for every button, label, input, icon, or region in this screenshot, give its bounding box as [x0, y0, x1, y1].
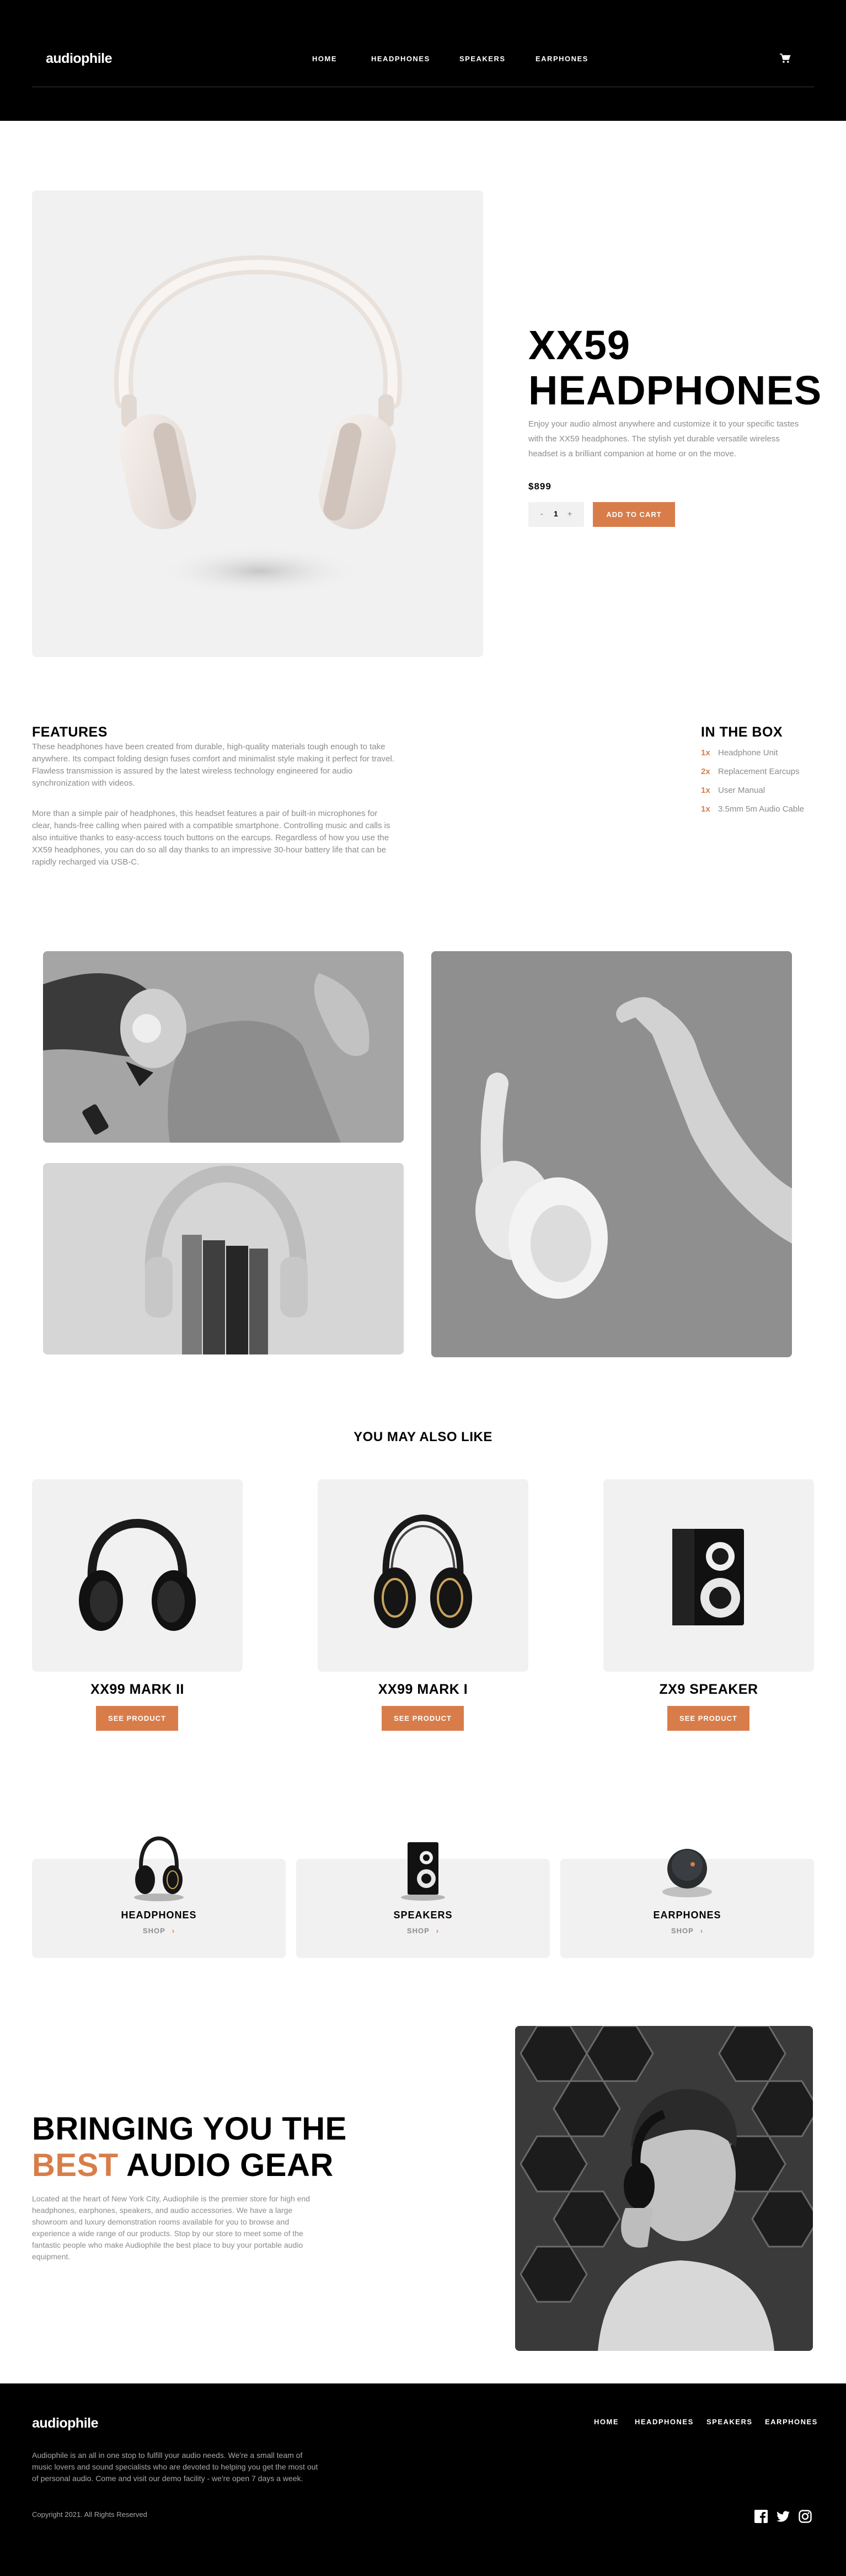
shop-label: SHOP [671, 1927, 694, 1935]
see-product-button[interactable]: SEE PRODUCT [96, 1706, 178, 1731]
category-card-speakers[interactable]: SPEAKERS SHOP › [296, 1842, 550, 1958]
see-product-button[interactable]: SEE PRODUCT [382, 1706, 464, 1731]
in-the-box-item: 1x User Manual [701, 786, 765, 795]
headphones-thumbnail [134, 1836, 184, 1901]
category-card-headphones[interactable]: HEADPHONES SHOP › [32, 1836, 286, 1958]
about-image [515, 2026, 813, 2351]
xx99-mark-i-image [374, 1514, 472, 1628]
chevron-right-icon: › [172, 1927, 175, 1935]
product-title-line2: HEADPHONES [528, 367, 822, 413]
item-quantity: 1x [701, 748, 710, 758]
man-with-headphones-image [515, 2026, 813, 2351]
white-headphones-image [114, 255, 402, 596]
product-description: Enjoy your audio almost anywhere and cus… [528, 419, 799, 458]
product-card-name: XX99 MARK I [378, 1682, 468, 1697]
footer-nav-headphones-link[interactable]: HEADPHONES [635, 2418, 694, 2426]
also-like-heading: YOU MAY ALSO LIKE [354, 1430, 492, 1444]
nav-headphones-link[interactable]: HEADPHONES [371, 55, 430, 63]
product-image [32, 190, 483, 657]
in-the-box-item: 1x 3.5mm 5m Audio Cable [701, 804, 804, 814]
quantity-value: 1 [554, 509, 558, 518]
hand-holding-headphones-image [431, 951, 792, 1357]
category-name: SPEAKERS [393, 1910, 453, 1921]
quantity-increment-button[interactable]: + [567, 509, 572, 518]
about-text: Located at the heart of New York City, A… [32, 2194, 310, 2261]
main-nav: HOME HEADPHONES SPEAKERS EARPHONES [0, 55, 846, 66]
see-product-button[interactable]: SEE PRODUCT [667, 1706, 749, 1731]
in-the-box-item: 2x Replacement Earcups [701, 767, 800, 776]
shop-label: SHOP [142, 1927, 165, 1935]
facebook-icon[interactable] [754, 2510, 768, 2523]
item-quantity: 1x [701, 786, 710, 795]
product-price: $899 [528, 481, 551, 492]
chevron-right-icon: › [436, 1927, 440, 1935]
product-card-image [318, 1479, 528, 1672]
about-heading-accent: BEST [32, 2147, 119, 2183]
cart-icon[interactable] [780, 54, 791, 63]
footer-nav-speakers-link[interactable]: SPEAKERS [706, 2418, 753, 2426]
features-heading: FEATURES [32, 724, 108, 740]
footer-description: Audiophile is an all in one stop to fulf… [32, 2451, 318, 2483]
category-name: EARPHONES [653, 1910, 721, 1921]
speaker-thumbnail [401, 1842, 445, 1901]
instagram-icon[interactable] [799, 2510, 812, 2523]
twitter-icon[interactable] [777, 2510, 790, 2523]
item-name: Replacement Earcups [718, 767, 800, 776]
features-paragraph-2: More than a simple pair of headphones, t… [32, 809, 390, 867]
item-name: 3.5mm 5m Audio Cable [718, 804, 804, 814]
in-the-box-heading: IN THE BOX [701, 724, 783, 740]
product-card-image [603, 1479, 814, 1672]
product-title: XX59 HEADPHONES [528, 323, 822, 413]
category-shop-link[interactable]: SHOP › [296, 1927, 550, 1935]
quantity-stepper: - 1 + [528, 502, 584, 527]
features-paragraph-1: These headphones have been created from … [32, 742, 394, 788]
nav-home-link[interactable]: HOME [312, 55, 337, 63]
add-to-cart-button[interactable]: ADD TO CART [593, 502, 675, 527]
gallery-image-headphones-books [43, 1163, 404, 1354]
product-card-name: ZX9 SPEAKER [659, 1682, 758, 1697]
nav-earphones-link[interactable]: EARPHONES [536, 55, 588, 63]
headphones-on-books-image [43, 1163, 404, 1354]
category-card-earphones[interactable]: EARPHONES SHOP › [560, 1849, 814, 1958]
xx99-mark-ii-image [79, 1518, 196, 1631]
footer-logo[interactable]: audiophile [32, 2415, 99, 2431]
item-name: User Manual [718, 786, 765, 795]
item-name: Headphone Unit [718, 748, 778, 758]
in-the-box-item: 1x Headphone Unit [701, 748, 778, 758]
earphones-thumbnail [662, 1849, 712, 1897]
product-card-name: XX99 MARK II [90, 1682, 184, 1697]
footer-nav-earphones-link[interactable]: EARPHONES [765, 2418, 818, 2426]
product-card-image [32, 1479, 243, 1672]
about-heading: BRINGING YOU THE BEST AUDIO GEAR [32, 2111, 347, 2184]
quantity-decrement-button[interactable]: - [540, 509, 543, 518]
woman-listening-image [43, 951, 404, 1143]
shop-label: SHOP [406, 1927, 430, 1935]
gallery-image-woman-listening [43, 951, 404, 1143]
category-shop-link[interactable]: SHOP › [32, 1927, 286, 1935]
product-title-line1: XX59 [528, 322, 631, 368]
category-name: HEADPHONES [121, 1910, 197, 1921]
footer-nav-home-link[interactable]: HOME [594, 2418, 619, 2426]
footer-copyright: Copyright 2021. All Rights Reserved [32, 2510, 147, 2519]
site-header: audiophile HOME HEADPHONES SPEAKERS EARP… [0, 0, 846, 121]
about-heading-line2: AUDIO GEAR [118, 2147, 334, 2183]
zx9-speaker-image [672, 1529, 744, 1625]
chevron-right-icon: › [700, 1927, 704, 1935]
nav-speakers-link[interactable]: SPEAKERS [459, 55, 506, 63]
item-quantity: 1x [701, 804, 710, 814]
item-quantity: 2x [701, 767, 710, 776]
about-heading-line1: BRINGING YOU THE [32, 2111, 347, 2147]
category-shop-link[interactable]: SHOP › [560, 1927, 814, 1935]
gallery-image-hand-holding-headphones [431, 951, 792, 1357]
